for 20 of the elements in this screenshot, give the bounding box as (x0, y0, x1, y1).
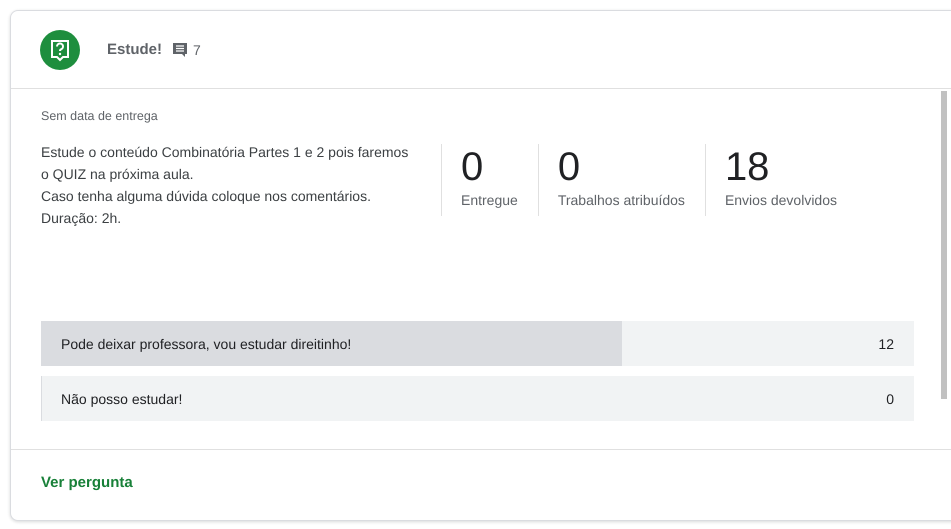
question-icon (40, 30, 80, 70)
stat-label: Entregue (461, 192, 518, 208)
stat-label: Trabalhos atribuídos (558, 192, 685, 208)
stat-value: 18 (724, 144, 770, 190)
view-question-link[interactable]: Ver pergunta (41, 474, 133, 491)
answer-text: Não posso estudar! (61, 390, 184, 406)
comment-icon (172, 42, 188, 58)
description-text: Caso tenha alguma dúvida coloque nos comentários. (41, 187, 372, 206)
description-text: Estude o conteúdo Combinatória Partes 1 e 2 pois faremos o QUIZ na próxima aula. (41, 143, 409, 184)
stat-label: Envios devolvidos (724, 192, 837, 208)
answer-count: 0 (886, 390, 894, 406)
assignment-title: Estude! (107, 41, 162, 58)
answer-count: 12 (878, 336, 894, 352)
description-text: Duração: 2h. (41, 209, 122, 228)
scrollbar-thumb[interactable] (941, 91, 947, 399)
stat-value: 0 (461, 144, 484, 190)
answer-text: Pode deixar professora, vou estudar direitinho! (61, 336, 352, 352)
due-date-text: Sem data de entrega (41, 109, 159, 123)
stat-value: 0 (558, 144, 582, 190)
comment-count: 7 (193, 42, 201, 58)
